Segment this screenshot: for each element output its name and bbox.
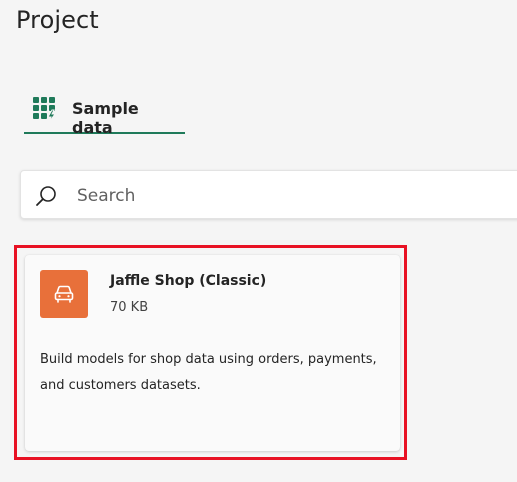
- card-size: 70 KB: [110, 300, 149, 315]
- tab-sample-data[interactable]: Sample data: [24, 92, 185, 137]
- search-icon: [35, 185, 57, 207]
- card-title: Jaffle Shop (Classic): [110, 273, 267, 289]
- search-box[interactable]: [20, 170, 517, 219]
- car-icon: [54, 285, 74, 303]
- sample-card[interactable]: Jaffle Shop (Classic) 70 KB Build models…: [25, 255, 400, 451]
- card-description: Build models for shop data using orders,…: [40, 352, 377, 393]
- search-input[interactable]: [75, 181, 499, 211]
- card-icon-tile: [40, 270, 88, 318]
- tab-label: Sample data: [72, 99, 139, 137]
- database-lightning-icon: [32, 96, 58, 123]
- page-title: Project: [16, 6, 99, 34]
